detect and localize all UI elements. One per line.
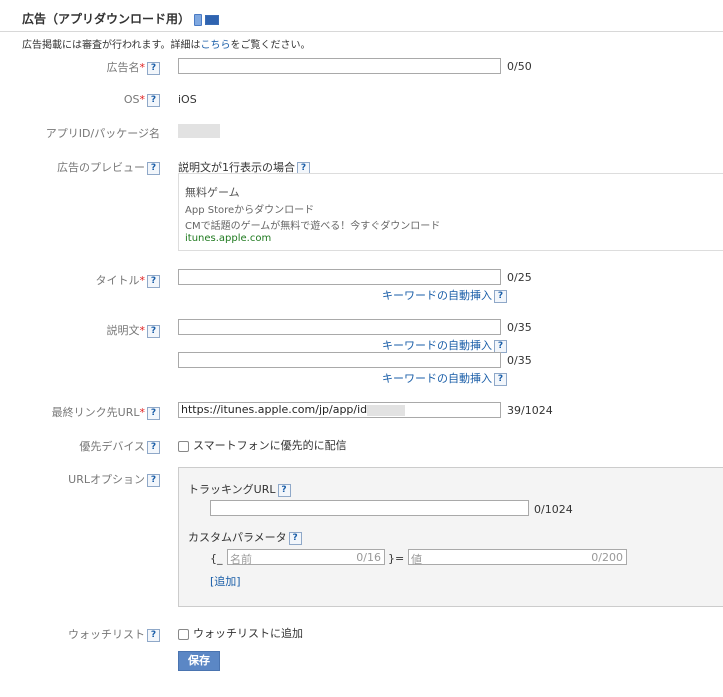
tracking-url-counter: 0/1024 [534, 503, 573, 516]
help-icon[interactable]: ? [147, 628, 160, 642]
desktop-icon [205, 14, 220, 25]
watchlist-label: ウォッチリスト? [68, 626, 160, 642]
help-icon[interactable]: ? [147, 473, 160, 487]
smartphone-icon [194, 13, 203, 26]
header-divider [0, 31, 723, 32]
app-id-value-redacted [178, 124, 220, 138]
brace-open: {_ [210, 552, 223, 565]
title-keyword-insert[interactable]: キーワードの自動挿入? [382, 287, 507, 303]
final-url-input[interactable]: https://itunes.apple.com/jp/app/id [178, 402, 501, 418]
preview-title: 無料ゲーム [185, 186, 240, 199]
custom-param-label: カスタムパラメータ? [188, 529, 302, 545]
title-label: タイトル*? [96, 272, 160, 288]
param-name-counter: 0/16 [356, 551, 381, 564]
help-icon[interactable]: ? [147, 93, 160, 107]
app-id-label: アプリID/パッケージ名 [45, 127, 160, 140]
ad-preview-box: 無料ゲーム App Storeからダウンロード CMで話題のゲームが無料で遊べる… [178, 173, 723, 251]
tracking-url-input[interactable] [210, 500, 529, 516]
help-icon[interactable]: ? [288, 531, 302, 545]
description-input-2[interactable] [178, 352, 501, 368]
review-notice: 広告掲載には審査が行われます。詳細はこちらをご覧ください。 [22, 36, 311, 51]
ad-name-counter: 0/50 [507, 60, 532, 73]
section-title-text: 広告（アプリダウンロード用） [22, 12, 191, 26]
title-counter: 0/25 [507, 271, 532, 284]
device-checkbox-label: スマートフォンに優先的に配信 [193, 439, 347, 452]
url-option-label: URLオプション? [68, 471, 160, 487]
ad-name-label: 広告名*? [107, 59, 160, 75]
description-input-1[interactable] [178, 319, 501, 335]
os-value: iOS [178, 93, 197, 106]
brace-close: }= [388, 552, 405, 565]
watchlist-checkbox[interactable] [178, 628, 189, 640]
param-value-counter: 0/200 [591, 551, 623, 564]
help-icon[interactable]: ? [494, 372, 507, 386]
device-checkbox[interactable] [178, 440, 189, 452]
preview-store: App Storeからダウンロード [185, 205, 315, 216]
details-link[interactable]: こちら [201, 40, 231, 51]
os-label: OS*? [124, 93, 160, 107]
preview-url: itunes.apple.com [185, 233, 272, 244]
preview-description: CMで話題のゲームが無料で遊べる！今すぐダウンロード [185, 221, 441, 232]
final-url-counter: 39/1024 [507, 404, 553, 417]
final-url-label: 最終リンク先URL*? [52, 404, 160, 420]
notice-text-end: をご覧ください。 [230, 40, 311, 51]
description-keyword-insert-1[interactable]: キーワードの自動挿入? [382, 337, 507, 353]
description-keyword-insert-2[interactable]: キーワードの自動挿入? [382, 370, 507, 386]
url-option-panel: トラッキングURL? 0/1024 カスタムパラメータ? {_ 名前 0/16 … [178, 467, 723, 607]
section-title: 広告（アプリダウンロード用） [22, 10, 220, 27]
save-button[interactable]: 保存 [178, 651, 220, 671]
url-redacted [367, 404, 406, 416]
help-icon[interactable]: ? [147, 406, 160, 420]
help-icon[interactable]: ? [147, 274, 160, 288]
help-icon[interactable]: ? [147, 324, 160, 338]
notice-text: 広告掲載には審査が行われます。詳細は [22, 40, 201, 51]
param-name-placeholder: 名前 [230, 553, 252, 566]
param-name-input[interactable]: 名前 0/16 [227, 549, 385, 566]
help-icon[interactable]: ? [277, 483, 291, 497]
title-input[interactable] [178, 269, 501, 285]
description-counter-1: 0/35 [507, 321, 532, 334]
help-icon[interactable]: ? [494, 339, 507, 353]
watchlist-checkbox-label: ウォッチリストに追加 [193, 627, 303, 640]
param-value-placeholder: 値 [411, 553, 422, 566]
tracking-url-label: トラッキングURL? [188, 481, 291, 497]
help-icon[interactable]: ? [147, 61, 160, 75]
description-label: 説明文*? [107, 322, 160, 338]
add-param-link[interactable]: [追加] [210, 573, 241, 589]
watchlist-checkbox-row[interactable]: ウォッチリストに追加 [178, 625, 303, 641]
device-checkbox-row[interactable]: スマートフォンに優先的に配信 [178, 437, 347, 453]
param-value-input[interactable]: 値 0/200 [408, 549, 627, 566]
device-label: 優先デバイス? [79, 438, 160, 454]
ad-name-input[interactable] [178, 58, 501, 74]
description-counter-2: 0/35 [507, 354, 532, 367]
help-icon[interactable]: ? [494, 289, 507, 303]
help-icon[interactable]: ? [147, 161, 160, 175]
help-icon[interactable]: ? [147, 440, 160, 454]
preview-label: 広告のプレビュー? [57, 159, 160, 175]
